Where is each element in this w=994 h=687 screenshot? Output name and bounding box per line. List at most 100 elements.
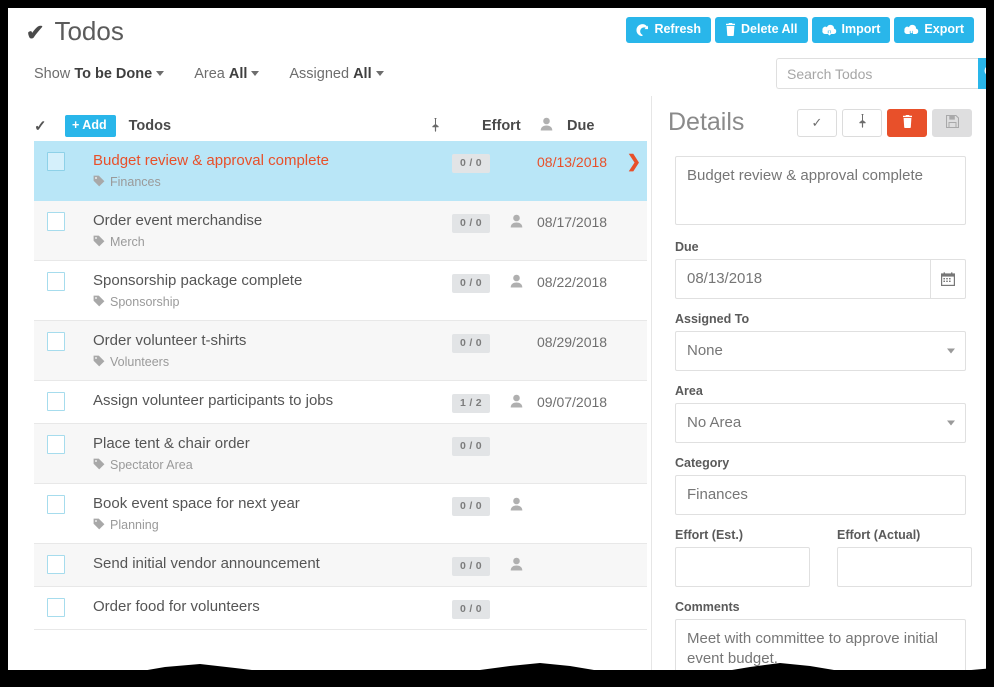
filter-show[interactable]: Show To be Done <box>34 66 165 82</box>
row-checkbox[interactable] <box>34 598 65 617</box>
add-todo-button[interactable]: + Add <box>65 114 116 138</box>
category-label: Category <box>675 456 730 470</box>
row-checkbox[interactable] <box>34 555 65 574</box>
filter-area[interactable]: Area All <box>194 66 260 82</box>
table-row[interactable]: Sponsorship package complete Sponsorship 0… <box>34 261 647 321</box>
effort-est-field: Effort (Est.) <box>675 528 810 588</box>
check-icon: ✓ <box>811 114 823 130</box>
due-date-input[interactable] <box>675 259 932 300</box>
row-content: Order volunteer t-shirts Volunteers <box>65 332 452 369</box>
mark-complete-button[interactable]: ✓ <box>797 108 837 137</box>
page-title: ✔ Todos <box>26 16 124 47</box>
effort-badge: 0 / 0 <box>452 557 490 576</box>
comments-input[interactable]: Meet with committee to approve initial e… <box>675 619 966 670</box>
tag-icon <box>93 295 105 309</box>
todo-title: Assign volunteer participants to jobs <box>93 392 334 409</box>
trash-icon <box>902 114 913 131</box>
effort-badge: 0 / 0 <box>452 214 490 233</box>
effort-cell: 1 / 2 <box>452 392 510 413</box>
todo-tag: Finances <box>93 175 452 189</box>
column-header-todos[interactable]: Todos <box>129 118 430 134</box>
row-content: Send initial vendor announcement <box>65 555 452 573</box>
table-row[interactable]: Assign volunteer participants to jobs 1 /… <box>34 381 647 424</box>
effort-actual-label: Effort (Actual) <box>837 528 921 542</box>
filter-assigned[interactable]: Assigned All <box>289 66 384 82</box>
assigned-person-icon <box>510 272 537 291</box>
effort-cell: 0 / 0 <box>452 332 510 353</box>
todo-title: Order event merchandise <box>93 212 263 229</box>
due-cell <box>537 435 619 437</box>
due-label: Due <box>675 240 699 254</box>
chevron-down-icon <box>156 71 165 76</box>
effort-actual-field: Effort (Actual) <box>837 528 972 588</box>
table-row[interactable]: Send initial vendor announcement 0 / 0 <box>34 544 647 587</box>
row-content: Order event merchandise Merch <box>65 212 452 249</box>
todo-tag: Volunteers <box>93 355 452 369</box>
category-input[interactable] <box>675 475 966 516</box>
due-cell <box>537 598 619 600</box>
area-select[interactable] <box>675 403 966 444</box>
row-checkbox[interactable] <box>34 495 65 514</box>
todo-title: Place tent & chair order <box>93 435 250 452</box>
todo-title: Sponsorship package complete <box>93 272 303 289</box>
assigned-person-icon <box>510 435 537 437</box>
effort-est-input[interactable] <box>675 547 810 588</box>
details-header: Details ✓ <box>668 108 972 137</box>
todo-tag: Planning <box>93 518 452 532</box>
page-title-text: Todos <box>54 16 124 46</box>
save-todo-button[interactable] <box>932 108 972 137</box>
filter-assigned-label: Assigned <box>289 66 350 82</box>
row-checkbox[interactable] <box>34 435 65 454</box>
assigned-person-icon <box>510 495 537 514</box>
row-checkbox[interactable] <box>34 272 65 291</box>
tag-icon <box>93 355 105 369</box>
effort-badge: 1 / 2 <box>452 394 490 413</box>
filter-area-value: All <box>228 66 248 82</box>
pin-icon[interactable] <box>430 117 482 135</box>
row-checkbox[interactable] <box>34 152 65 171</box>
assigned-person-icon <box>510 212 537 231</box>
pin-button[interactable] <box>842 108 882 137</box>
assigned-to-select[interactable] <box>675 331 966 372</box>
pin-icon <box>857 114 868 131</box>
effort-badge: 0 / 0 <box>452 437 490 456</box>
due-cell: 08/13/2018 <box>537 154 608 170</box>
todo-title-input[interactable]: Budget review & approval complete <box>675 156 966 225</box>
check-icon: ✔ <box>26 19 45 45</box>
effort-badge: 0 / 0 <box>452 154 490 173</box>
list-header: ✓ + Add Todos Effort Due <box>34 111 647 141</box>
column-header-effort[interactable]: Effort <box>482 118 540 134</box>
details-panel: Details ✓ Budget review & approval compl… <box>659 8 986 670</box>
due-cell: 08/17/2018 <box>537 214 608 230</box>
row-content: Sponsorship package complete Sponsorship <box>65 272 452 309</box>
refresh-icon <box>636 23 649 36</box>
effort-actual-input[interactable] <box>837 547 972 588</box>
row-checkbox[interactable] <box>34 392 65 411</box>
person-icon <box>540 117 567 135</box>
effort-cell: 0 / 0 <box>452 152 510 173</box>
assigned-person-icon <box>510 598 537 600</box>
table-row[interactable]: Order volunteer t-shirts Volunteers 0 / 0 0… <box>34 321 647 381</box>
row-checkbox[interactable] <box>34 332 65 351</box>
filter-show-label: Show <box>34 66 71 82</box>
select-all-check-icon[interactable]: ✓ <box>34 117 65 135</box>
table-row[interactable]: Place tent & chair order Spectator Area 0 … <box>34 424 647 484</box>
delete-todo-button[interactable] <box>887 108 927 137</box>
todo-title: Send initial vendor announcement <box>93 555 320 572</box>
effort-badge: 0 / 0 <box>452 600 490 619</box>
table-row[interactable]: Budget review & approval complete Finance… <box>34 141 647 201</box>
column-header-due[interactable]: Due <box>567 118 647 134</box>
table-row[interactable]: Order event merchandise Merch 0 / 0 08/17/2… <box>34 201 647 261</box>
table-row[interactable]: Order food for volunteers 0 / 0 <box>34 587 647 630</box>
effort-cell: 0 / 0 <box>452 435 510 456</box>
row-checkbox[interactable] <box>34 212 65 231</box>
due-cell: 09/07/2018 <box>537 394 608 410</box>
row-expand-chevron-icon[interactable]: ❯ <box>619 152 647 172</box>
todos-list-panel: ✔ Todos Show To be Done Area All Assigne… <box>8 8 651 670</box>
row-content: Book event space for next year Planning <box>65 495 452 532</box>
details-title: Details <box>668 108 745 136</box>
filter-area-label: Area <box>194 66 225 82</box>
effort-badge: 0 / 0 <box>452 497 490 516</box>
table-row[interactable]: Book event space for next year Planning 0 … <box>34 484 647 544</box>
calendar-icon[interactable] <box>931 259 966 300</box>
